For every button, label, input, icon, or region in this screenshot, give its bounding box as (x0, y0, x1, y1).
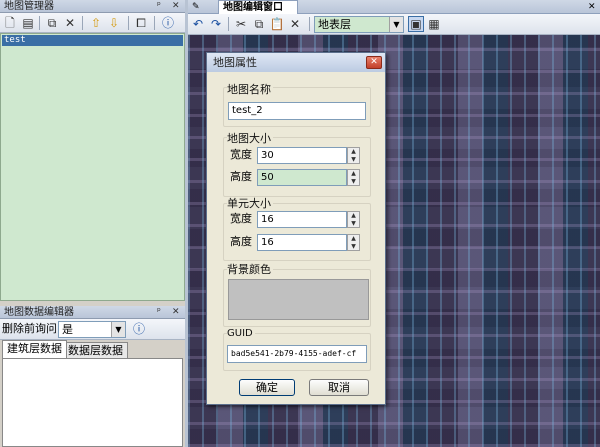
delete-prompt-value: 是 (62, 323, 73, 336)
chevron-down-icon[interactable]: ▼ (389, 17, 403, 32)
spin-down-icon[interactable]: ▼ (348, 220, 359, 228)
map-properties-dialog: 地图属性 ✕ 地图名称 test_2 地图大小 宽度 30 ▲ ▼ 高度 50 ▲… (206, 52, 386, 405)
map-height-input[interactable]: 50 (257, 169, 347, 186)
spin-down-icon[interactable]: ▼ (348, 156, 359, 164)
move-up-icon[interactable]: ⇧ (88, 15, 104, 31)
data-grid[interactable] (2, 358, 183, 447)
grid-icon[interactable]: ▦ (426, 16, 442, 32)
toolbar-divider (39, 16, 40, 30)
delete-prompt-select[interactable]: 是 ▼ (58, 321, 126, 338)
cell-width-input[interactable]: 16 (257, 211, 347, 228)
close-icon[interactable]: ✕ (588, 1, 596, 13)
tab-scroll-icon[interactable]: ✎ (192, 1, 200, 13)
pin-icon[interactable]: ᵖ (157, 306, 161, 319)
map-width-label: 宽度 (230, 148, 252, 161)
copy-icon[interactable]: ⧉ (44, 15, 60, 31)
delete-icon[interactable]: ✕ (287, 16, 303, 32)
dialog-title: 地图属性 (213, 56, 257, 69)
cell-size-label: 单元大小 (227, 197, 273, 210)
cell-height-stepper[interactable]: ▲ ▼ (347, 234, 360, 251)
cancel-button[interactable]: 取消 (309, 379, 369, 396)
map-name-input[interactable]: test_2 (228, 102, 366, 120)
tab-map-editor[interactable]: 地图编辑窗口 (218, 0, 298, 14)
tab-data-layer[interactable]: 数据层数据 (63, 342, 128, 359)
spin-up-icon[interactable]: ▲ (348, 148, 359, 156)
cut-icon[interactable]: ✂ (233, 16, 249, 32)
map-size-group (223, 137, 371, 197)
close-icon[interactable]: ✕ (172, 306, 180, 319)
map-size-label: 地图大小 (227, 132, 273, 145)
spin-down-icon[interactable]: ▼ (348, 243, 359, 251)
map-height-label: 高度 (230, 170, 252, 183)
view-mode-icon[interactable]: ▣ (408, 16, 424, 32)
tree-item-test[interactable]: test (2, 35, 183, 46)
bg-color-swatch[interactable] (228, 279, 369, 320)
toolbar-divider (228, 17, 229, 31)
tab-building-layer[interactable]: 建筑层数据 (2, 340, 67, 359)
map-name-label: 地图名称 (227, 83, 273, 96)
dialog-title-bar[interactable]: 地图属性 (207, 53, 385, 72)
paste-icon[interactable]: 📋 (269, 16, 285, 32)
spin-up-icon[interactable]: ▲ (348, 235, 359, 243)
redo-icon[interactable]: ↷ (208, 16, 224, 32)
toolbar-divider (82, 16, 83, 30)
map-manager-title-text: 地图管理器 (4, 1, 54, 12)
cell-width-label: 宽度 (230, 212, 252, 225)
data-editor-title-text: 地图数据编辑器 (4, 307, 74, 318)
move-down-icon[interactable]: ⇩ (106, 15, 122, 31)
bg-color-label: 背景颜色 (227, 263, 273, 276)
toolbar-divider (154, 16, 155, 30)
cell-height-input[interactable]: 16 (257, 234, 347, 251)
layer-select-value: 地表层 (318, 18, 351, 31)
spin-down-icon[interactable]: ▼ (348, 178, 359, 186)
data-editor-toolbar: 删除前询问 是 ▼ ⓘ (0, 319, 185, 340)
export-icon[interactable]: ⧠ (133, 15, 149, 31)
map-tree[interactable]: test (0, 33, 185, 301)
help-icon[interactable]: ⓘ (160, 15, 176, 31)
guid-field[interactable]: bad5e541-2b79-4155-adef-cf (227, 345, 367, 363)
map-width-stepper[interactable]: ▲ ▼ (347, 147, 360, 164)
editor-toolbar: ↶ ↷ ✂ ⧉ 📋 ✕ 地表层 ▼ ▣ ▦ (188, 14, 600, 35)
toolbar-divider (128, 16, 129, 30)
delete-prompt-label: 删除前询问 (2, 322, 57, 335)
spin-up-icon[interactable]: ▲ (348, 170, 359, 178)
guid-label: GUID (227, 327, 255, 340)
chevron-down-icon[interactable]: ▼ (111, 322, 125, 337)
tab-map-editor-label: 地图编辑窗口 (223, 2, 283, 13)
properties-icon[interactable]: ▤ (20, 15, 36, 31)
pin-icon[interactable]: ᵖ (157, 0, 161, 13)
map-width-input[interactable]: 30 (257, 147, 347, 164)
close-icon[interactable]: ✕ (172, 0, 180, 13)
map-height-stepper[interactable]: ▲ ▼ (347, 169, 360, 186)
help-icon[interactable]: ⓘ (131, 321, 147, 337)
toolbar-divider (309, 17, 310, 31)
copy-icon[interactable]: ⧉ (251, 16, 267, 32)
delete-icon[interactable]: ✕ (62, 15, 78, 31)
layer-select[interactable]: 地表层 ▼ (314, 16, 404, 33)
new-file-icon[interactable]: 🗋 (2, 15, 18, 31)
cell-height-label: 高度 (230, 235, 252, 248)
map-manager-toolbar: 🗋 ▤ ⧉ ✕ ⇧ ⇩ ⧠ ⓘ (0, 13, 185, 33)
cell-width-stepper[interactable]: ▲ ▼ (347, 211, 360, 228)
ok-button[interactable]: 确定 (239, 379, 295, 396)
undo-icon[interactable]: ↶ (190, 16, 206, 32)
spin-up-icon[interactable]: ▲ (348, 212, 359, 220)
close-icon[interactable]: ✕ (366, 56, 382, 69)
